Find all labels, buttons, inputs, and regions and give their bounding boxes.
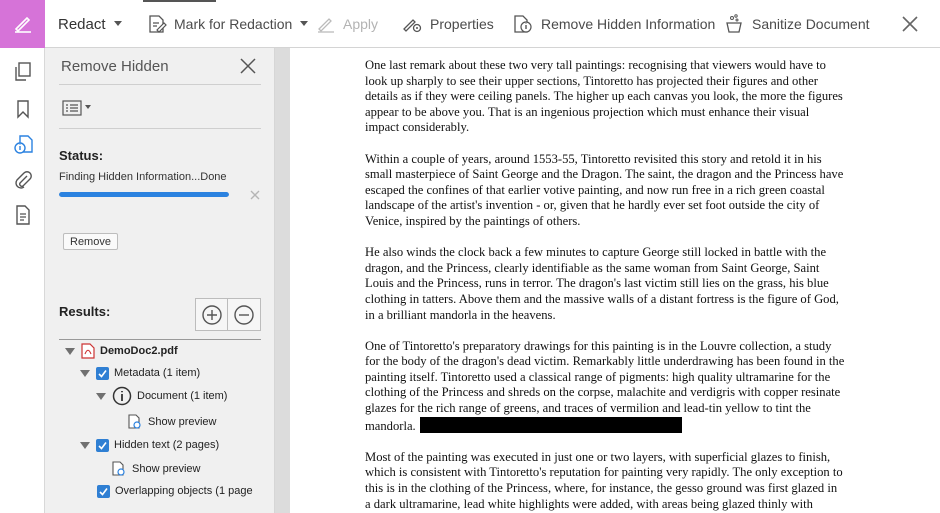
expand-toggle-icon[interactable] — [80, 369, 90, 377]
tree-item-label: Hidden text (2 pages) — [114, 439, 220, 451]
properties-button[interactable]: Properties — [401, 0, 494, 48]
document-page: One last remark about these two very tal… — [365, 58, 845, 513]
checkbox-checked[interactable] — [97, 484, 110, 498]
collapse-all-button[interactable] — [228, 298, 261, 331]
minus-circle-icon — [234, 304, 254, 325]
redact-toolbar: Redact Mark for Redaction Apply Properti… — [0, 0, 940, 48]
doc-paragraph: Most of the painting was executed in jus… — [365, 449, 843, 511]
bookmark-icon[interactable] — [12, 98, 34, 120]
expand-toggle-icon[interactable] — [80, 441, 90, 449]
divider — [59, 128, 261, 129]
doc-paragraph: Within a couple of years, around 1553-55… — [365, 151, 844, 228]
mark-for-redaction-button[interactable]: Mark for Redaction — [147, 0, 309, 48]
close-icon — [240, 58, 256, 74]
preview-icon — [128, 414, 141, 429]
checkbox-checked[interactable] — [96, 438, 109, 452]
close-tool-button[interactable] — [898, 12, 922, 36]
preview-icon — [112, 461, 125, 476]
properties-label: Properties — [430, 16, 494, 32]
checkbox-checked[interactable] — [96, 366, 109, 380]
progress-bar — [59, 192, 229, 197]
redact-tool-badge[interactable] — [0, 0, 45, 48]
check-icon — [98, 441, 107, 450]
tree-item-label: Document (1 item) — [137, 390, 228, 402]
info-circle-icon — [112, 386, 132, 406]
mark-redaction-icon — [149, 15, 167, 33]
attachment-icon[interactable] — [12, 169, 34, 191]
doc-paragraph: He also winds the clock back a few minut… — [365, 245, 839, 322]
check-icon — [98, 369, 107, 378]
redact-menu[interactable]: Redact — [58, 0, 122, 48]
apply-label: Apply — [343, 16, 379, 32]
tree-item-label: Overlapping objects (1 page — [115, 485, 253, 497]
tree-item-label: DemoDoc2.pdf — [100, 345, 178, 357]
pdf-file-icon — [81, 343, 95, 359]
remove-hidden-info-icon — [514, 15, 532, 33]
tree-item-hidden-text[interactable]: Hidden text (2 pages) — [80, 435, 219, 455]
sanitize-icon — [726, 14, 742, 33]
pen-icon — [12, 12, 34, 37]
status-label: Status: — [59, 148, 104, 163]
sanitize-document-button[interactable]: Sanitize Document — [723, 0, 870, 48]
results-label: Results: — [59, 304, 111, 319]
expand-toggle-icon[interactable] — [96, 392, 106, 400]
chevron-down-icon — [85, 105, 91, 109]
doc-paragraph-with-redaction: One of Tintoretto's preparatory drawings… — [365, 339, 845, 435]
pages-icon[interactable] — [12, 61, 34, 83]
plus-circle-icon — [201, 304, 222, 325]
list-options-icon — [62, 100, 82, 116]
status-text: Finding Hidden Information...Done — [59, 171, 227, 183]
show-preview-label: Show preview — [148, 416, 217, 428]
document-gutter — [275, 48, 290, 513]
divider — [59, 339, 261, 340]
show-preview-link[interactable]: Show preview — [111, 459, 200, 479]
apply-pen-icon — [318, 18, 334, 33]
remove-button[interactable]: Remove — [63, 233, 118, 250]
show-preview-link[interactable]: Show preview — [127, 412, 216, 432]
tree-item-document[interactable]: Document (1 item) — [96, 386, 227, 406]
apply-button[interactable]: Apply — [316, 0, 378, 48]
divider — [59, 84, 261, 85]
document-view[interactable]: One last remark about these two very tal… — [290, 48, 940, 513]
expand-all-button[interactable] — [195, 298, 228, 331]
document-icon[interactable] — [12, 204, 34, 226]
panel-close-button[interactable] — [238, 56, 258, 76]
remove-hidden-information-label: Remove Hidden Information — [541, 16, 716, 32]
tree-item-overlapping-objects[interactable]: Overlapping objects (1 page — [97, 481, 257, 501]
close-icon — [902, 16, 918, 32]
tree-item-label: Metadata (1 item) — [114, 367, 201, 379]
redact-label: Redact — [58, 15, 106, 33]
options-menu-button[interactable] — [62, 98, 94, 118]
show-preview-label: Show preview — [132, 463, 201, 475]
check-icon — [99, 487, 108, 496]
navigation-rail — [0, 48, 45, 513]
remove-hidden-information-button[interactable]: Remove Hidden Information — [512, 0, 715, 48]
progress-fill — [59, 192, 229, 197]
chevron-down-icon — [300, 20, 309, 26]
redaction-mark[interactable] — [419, 416, 682, 433]
mark-for-redaction-label: Mark for Redaction — [174, 16, 293, 32]
properties-icon — [403, 19, 422, 33]
close-icon — [250, 190, 260, 200]
clear-status-button[interactable] — [249, 189, 261, 201]
remove-hidden-panel: Remove Hidden Status: Finding Hidden Inf… — [45, 48, 275, 513]
sanitize-document-label: Sanitize Document — [752, 16, 870, 32]
expand-toggle-icon[interactable] — [65, 347, 75, 355]
tree-item-file[interactable]: DemoDoc2.pdf — [65, 341, 178, 361]
doc-paragraph: One last remark about these two very tal… — [365, 58, 843, 135]
tree-item-metadata[interactable]: Metadata (1 item) — [80, 363, 200, 383]
chevron-down-icon — [113, 20, 122, 26]
remove-hidden-icon[interactable] — [12, 134, 34, 156]
panel-title: Remove Hidden — [61, 58, 169, 75]
